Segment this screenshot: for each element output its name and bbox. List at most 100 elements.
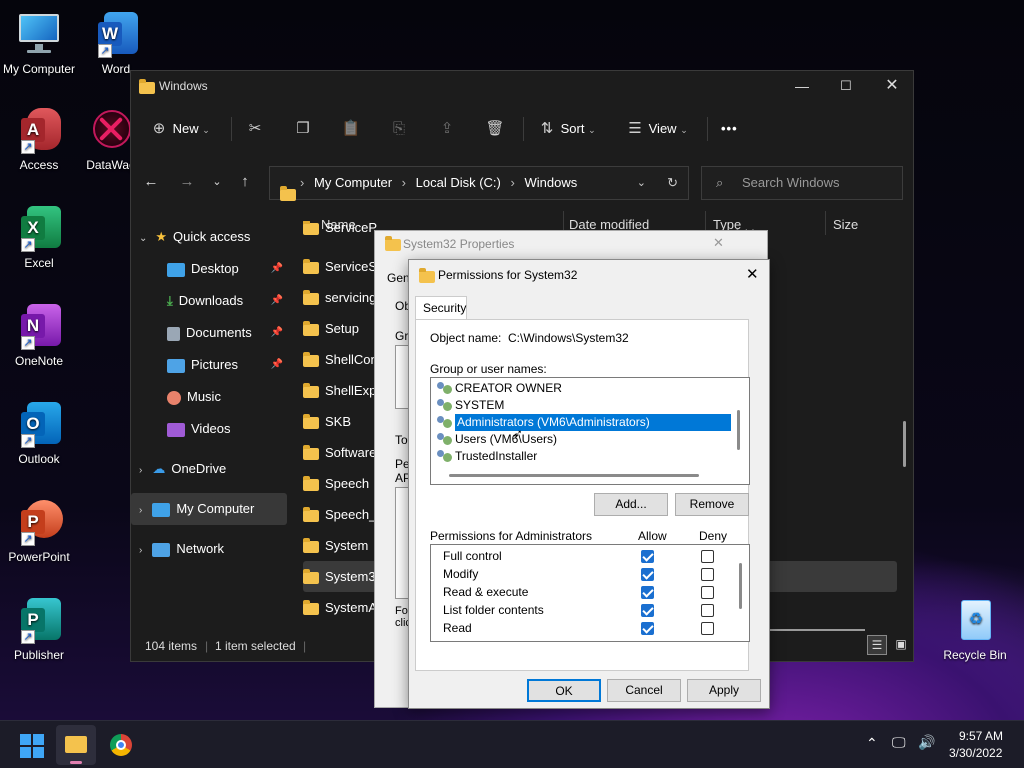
vertical-scrollbar[interactable] bbox=[903, 421, 906, 467]
copy-button[interactable]: ❐ bbox=[293, 115, 313, 143]
user-item-selected[interactable]: Administrators (VM6\Administrators) bbox=[435, 414, 731, 431]
allow-checkbox[interactable] bbox=[641, 622, 654, 635]
plus-circle-icon: ⊕ bbox=[152, 120, 166, 137]
network-status-icon[interactable]: 🖵 bbox=[892, 734, 906, 751]
vertical-scrollbar[interactable] bbox=[737, 410, 740, 450]
refresh-icon[interactable]: ↻ bbox=[667, 167, 678, 199]
ok-button[interactable]: OK bbox=[527, 679, 601, 702]
nav-my-computer[interactable]: › My Computer bbox=[131, 493, 287, 525]
search-box[interactable]: ⌕ Search Windows bbox=[701, 166, 903, 200]
details-view-icon[interactable]: ☰ bbox=[867, 635, 887, 655]
permission-row: Read & execute bbox=[443, 583, 743, 601]
deny-checkbox[interactable] bbox=[701, 568, 714, 581]
allow-checkbox[interactable] bbox=[641, 568, 654, 581]
desktop-icon-outlook[interactable]: O ↗ Outlook bbox=[0, 400, 78, 466]
recent-locations-button[interactable]: ⌄ bbox=[205, 171, 229, 193]
user-item[interactable]: CREATOR OWNER bbox=[435, 380, 731, 397]
apply-button[interactable]: Apply bbox=[687, 679, 761, 702]
tiles-view-icon[interactable]: ▣ bbox=[891, 635, 911, 655]
address-bar[interactable]: › My Computer › Local Disk (C:) › Window… bbox=[269, 166, 689, 201]
folder-icon bbox=[139, 78, 161, 94]
user-item[interactable]: SYSTEM bbox=[435, 397, 731, 414]
chrome-icon[interactable] bbox=[110, 734, 132, 756]
nav-downloads[interactable]: ⤓ Downloads 📌 bbox=[131, 285, 287, 317]
cancel-button[interactable]: Cancel bbox=[607, 679, 681, 702]
item-count: 104 items bbox=[145, 639, 198, 653]
permission-label: Modify bbox=[443, 567, 479, 581]
desktop-icon-excel[interactable]: X ↗ Excel bbox=[0, 204, 78, 270]
desktop-icon-word[interactable]: W ↗ Word bbox=[77, 10, 155, 76]
desktop-icon-my-computer[interactable]: My Computer bbox=[0, 10, 78, 76]
computer-icon bbox=[152, 502, 171, 517]
search-icon: ⌕ bbox=[716, 175, 724, 190]
outlook-icon: O ↗ bbox=[15, 400, 63, 448]
allow-checkbox[interactable] bbox=[641, 604, 654, 617]
chevron-right-icon: › bbox=[139, 545, 143, 556]
allow-checkbox[interactable] bbox=[641, 550, 654, 563]
trash-icon: 🗑 bbox=[485, 120, 505, 137]
breadcrumb-local-disk[interactable]: Local Disk (C:) bbox=[416, 175, 501, 190]
desktop-icon-publisher[interactable]: P ↗ Publisher bbox=[0, 596, 78, 662]
start-windows-icon[interactable] bbox=[20, 734, 44, 758]
close-button[interactable]: ✕ bbox=[881, 77, 903, 95]
up-button[interactable]: ↑ bbox=[233, 171, 257, 193]
volume-icon[interactable]: 🔊 bbox=[918, 734, 935, 751]
datawag-icon bbox=[87, 106, 135, 154]
close-button[interactable]: ✕ bbox=[713, 235, 724, 251]
breadcrumb-my-computer[interactable]: My Computer bbox=[314, 175, 392, 190]
paste-button[interactable]: 📋 bbox=[341, 115, 361, 143]
desktop-icon-onenote[interactable]: N ↗ OneNote bbox=[0, 302, 78, 368]
nav-documents[interactable]: Documents 📌 bbox=[131, 317, 287, 349]
allow-checkbox[interactable] bbox=[641, 586, 654, 599]
nav-onedrive[interactable]: › ☁ OneDrive bbox=[131, 453, 287, 485]
maximize-button[interactable]: ☐ bbox=[835, 77, 857, 95]
share-button[interactable]: ⇪ bbox=[437, 115, 457, 143]
nav-desktop[interactable]: Desktop 📌 bbox=[131, 253, 287, 285]
sort-button[interactable]: ⇅ Sort ⌄ bbox=[537, 115, 596, 143]
dialog-title: Permissions for System32 bbox=[438, 268, 578, 282]
tab-security[interactable]: Security bbox=[415, 296, 467, 320]
desktop-icon-label: Outlook bbox=[18, 452, 60, 466]
chevron-down-icon[interactable]: ⌄ bbox=[637, 167, 646, 199]
back-button[interactable]: ← bbox=[139, 171, 163, 193]
minimize-button[interactable]: — bbox=[791, 77, 813, 95]
breadcrumb-windows[interactable]: Windows bbox=[524, 175, 577, 190]
download-icon: ⤓ bbox=[167, 293, 173, 308]
nav-quick-access[interactable]: ⌄ ★ Quick access bbox=[131, 221, 287, 253]
taskbar-file-explorer[interactable] bbox=[56, 725, 96, 765]
tab-general[interactable]: Gen bbox=[387, 271, 410, 285]
users-icon bbox=[437, 450, 453, 463]
desktop: My Computer W ↗ Word A ↗ Access DataWag … bbox=[0, 0, 1024, 720]
nav-network[interactable]: › Network bbox=[131, 533, 287, 565]
remove-button[interactable]: Remove bbox=[675, 493, 749, 516]
rename-button[interactable]: ⎘ bbox=[389, 115, 409, 143]
cut-button[interactable]: ✂ bbox=[245, 115, 265, 143]
desktop-icon-recycle-bin[interactable]: ♻ Recycle Bin bbox=[936, 596, 1014, 662]
nav-pictures[interactable]: Pictures 📌 bbox=[131, 349, 287, 381]
chevron-up-icon[interactable]: ⌃ bbox=[866, 735, 878, 752]
deny-checkbox[interactable] bbox=[701, 622, 714, 635]
close-button[interactable]: ✕ bbox=[746, 265, 759, 283]
deny-checkbox[interactable] bbox=[701, 550, 714, 563]
deny-checkbox[interactable] bbox=[701, 586, 714, 599]
nav-music[interactable]: Music bbox=[131, 381, 287, 413]
add-button[interactable]: Add... bbox=[594, 493, 668, 516]
cloud-icon: ☁ bbox=[152, 461, 166, 476]
user-item[interactable]: TrustedInstaller bbox=[435, 448, 731, 465]
vertical-scrollbar[interactable] bbox=[739, 563, 742, 609]
desktop-icon-powerpoint[interactable]: P ↗ PowerPoint bbox=[0, 498, 78, 564]
scissors-icon: ✂ bbox=[248, 120, 262, 137]
view-button[interactable]: ☰ View ⌄ bbox=[625, 115, 687, 143]
nav-videos[interactable]: Videos bbox=[131, 413, 287, 445]
user-item[interactable]: Users (VM6\Users) bbox=[435, 431, 731, 448]
search-placeholder: Search Windows bbox=[742, 175, 840, 190]
new-button[interactable]: ⊕ New ⌄ bbox=[149, 115, 210, 143]
clock-date[interactable]: 3/30/2022 bbox=[949, 746, 1002, 760]
clock-time[interactable]: 9:57 AM bbox=[959, 729, 1003, 743]
desktop-icon-label: Recycle Bin bbox=[943, 648, 1007, 662]
forward-button[interactable]: → bbox=[175, 171, 199, 193]
delete-button[interactable]: 🗑 bbox=[485, 115, 505, 143]
horizontal-scrollbar[interactable] bbox=[449, 474, 699, 477]
deny-checkbox[interactable] bbox=[701, 604, 714, 617]
more-options-button[interactable]: ••• bbox=[721, 115, 738, 143]
